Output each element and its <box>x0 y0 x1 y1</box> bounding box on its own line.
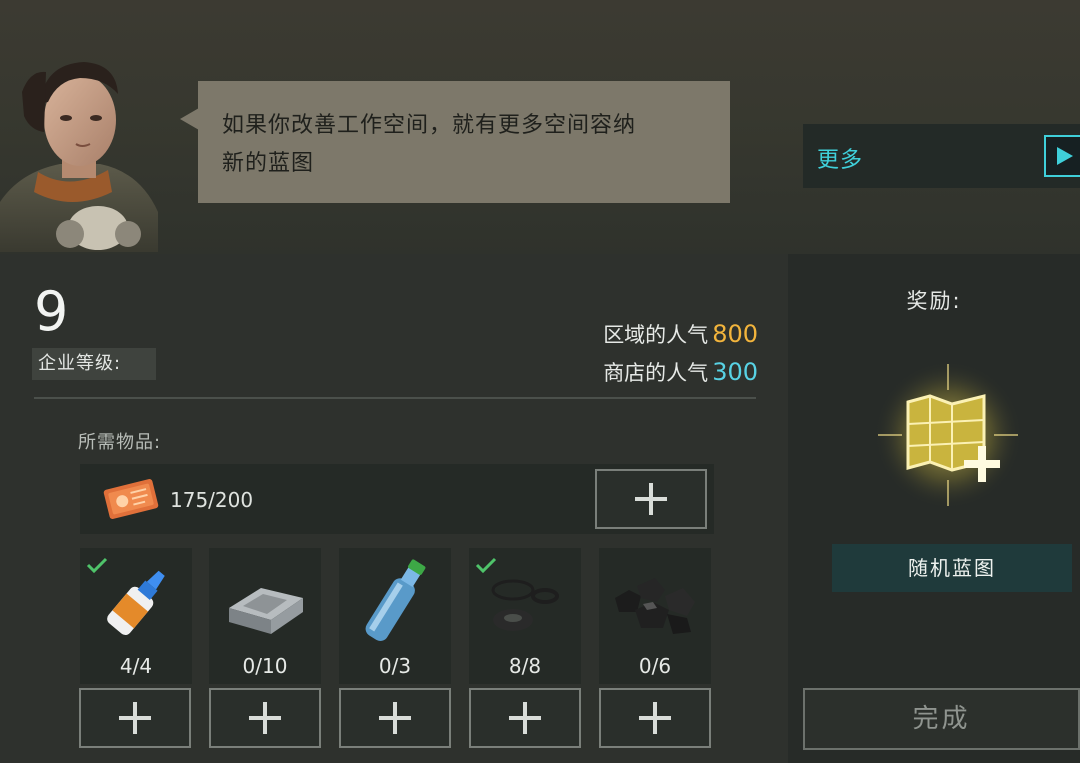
metal-ingot-icon <box>229 588 303 634</box>
item-count: 8/8 <box>508 654 542 678</box>
complete-button[interactable]: 完成 <box>803 688 1080 750</box>
shop-popularity: 商店的人气 300 <box>603 354 758 392</box>
more-label: 更多 <box>817 148 864 173</box>
business-level-value: 9 <box>34 280 69 343</box>
dialog-line-1: 如果你改善工作空间，就有更多空间容纳 <box>222 113 637 138</box>
popularity-stats: 区域的人气 800 商店的人气 300 <box>603 316 758 392</box>
rubber-rings-icon <box>491 579 559 631</box>
item-slot: 8/8 <box>469 548 581 684</box>
glue-icon <box>107 570 165 636</box>
region-popularity-label: 区域的人气 <box>603 323 709 347</box>
shop-popularity-label: 商店的人气 <box>603 361 709 385</box>
blueprint-map-icon <box>874 361 1022 509</box>
reward-name: 随机蓝图 <box>832 544 1072 592</box>
plus-icon <box>249 702 281 734</box>
dialog-line-2: 新的蓝图 <box>222 151 315 176</box>
plus-icon <box>639 702 671 734</box>
add-item-button[interactable] <box>339 688 451 748</box>
item-slot: 4/4 <box>80 548 192 684</box>
more-panel[interactable]: 更多 <box>803 124 1080 188</box>
business-level-label: 企业等级: <box>32 348 156 380</box>
divider <box>34 397 756 399</box>
shop-popularity-value: 300 <box>712 358 758 386</box>
region-popularity-value: 800 <box>712 320 758 348</box>
required-items-label: 所需物品: <box>78 432 162 453</box>
coal-icon <box>615 578 695 634</box>
item-count: 0/3 <box>378 654 412 678</box>
plus-icon <box>635 483 667 515</box>
speech-bubble-tail <box>180 108 199 130</box>
item-slot: 0/3 <box>339 548 451 684</box>
plus-icon <box>119 702 151 734</box>
add-item-button[interactable] <box>79 688 191 748</box>
plus-icon <box>509 702 541 734</box>
ticket-icon <box>103 479 159 519</box>
item-count: 4/4 <box>119 654 153 678</box>
item-count: 0/6 <box>638 654 672 678</box>
speech-bubble: 如果你改善工作空间，就有更多空间容纳 新的蓝图 <box>198 81 730 203</box>
add-item-button[interactable] <box>469 688 581 748</box>
item-slot: 0/10 <box>209 548 321 684</box>
item-count: 0/10 <box>242 654 288 678</box>
blueprint-reward <box>868 360 1028 510</box>
add-item-button[interactable] <box>599 688 711 748</box>
region-popularity: 区域的人气 800 <box>603 316 758 354</box>
play-arrow-button[interactable] <box>1044 135 1080 177</box>
add-item-button[interactable] <box>209 688 321 748</box>
add-currency-button[interactable] <box>595 469 707 529</box>
npc-portrait <box>0 52 160 252</box>
item-slot: 0/6 <box>599 548 711 684</box>
water-bottle-icon <box>365 559 426 641</box>
play-arrow-icon <box>1057 147 1073 165</box>
reward-title: 奖励: <box>906 289 962 313</box>
plus-icon <box>379 702 411 734</box>
currency-count: 175/200 <box>170 488 254 512</box>
